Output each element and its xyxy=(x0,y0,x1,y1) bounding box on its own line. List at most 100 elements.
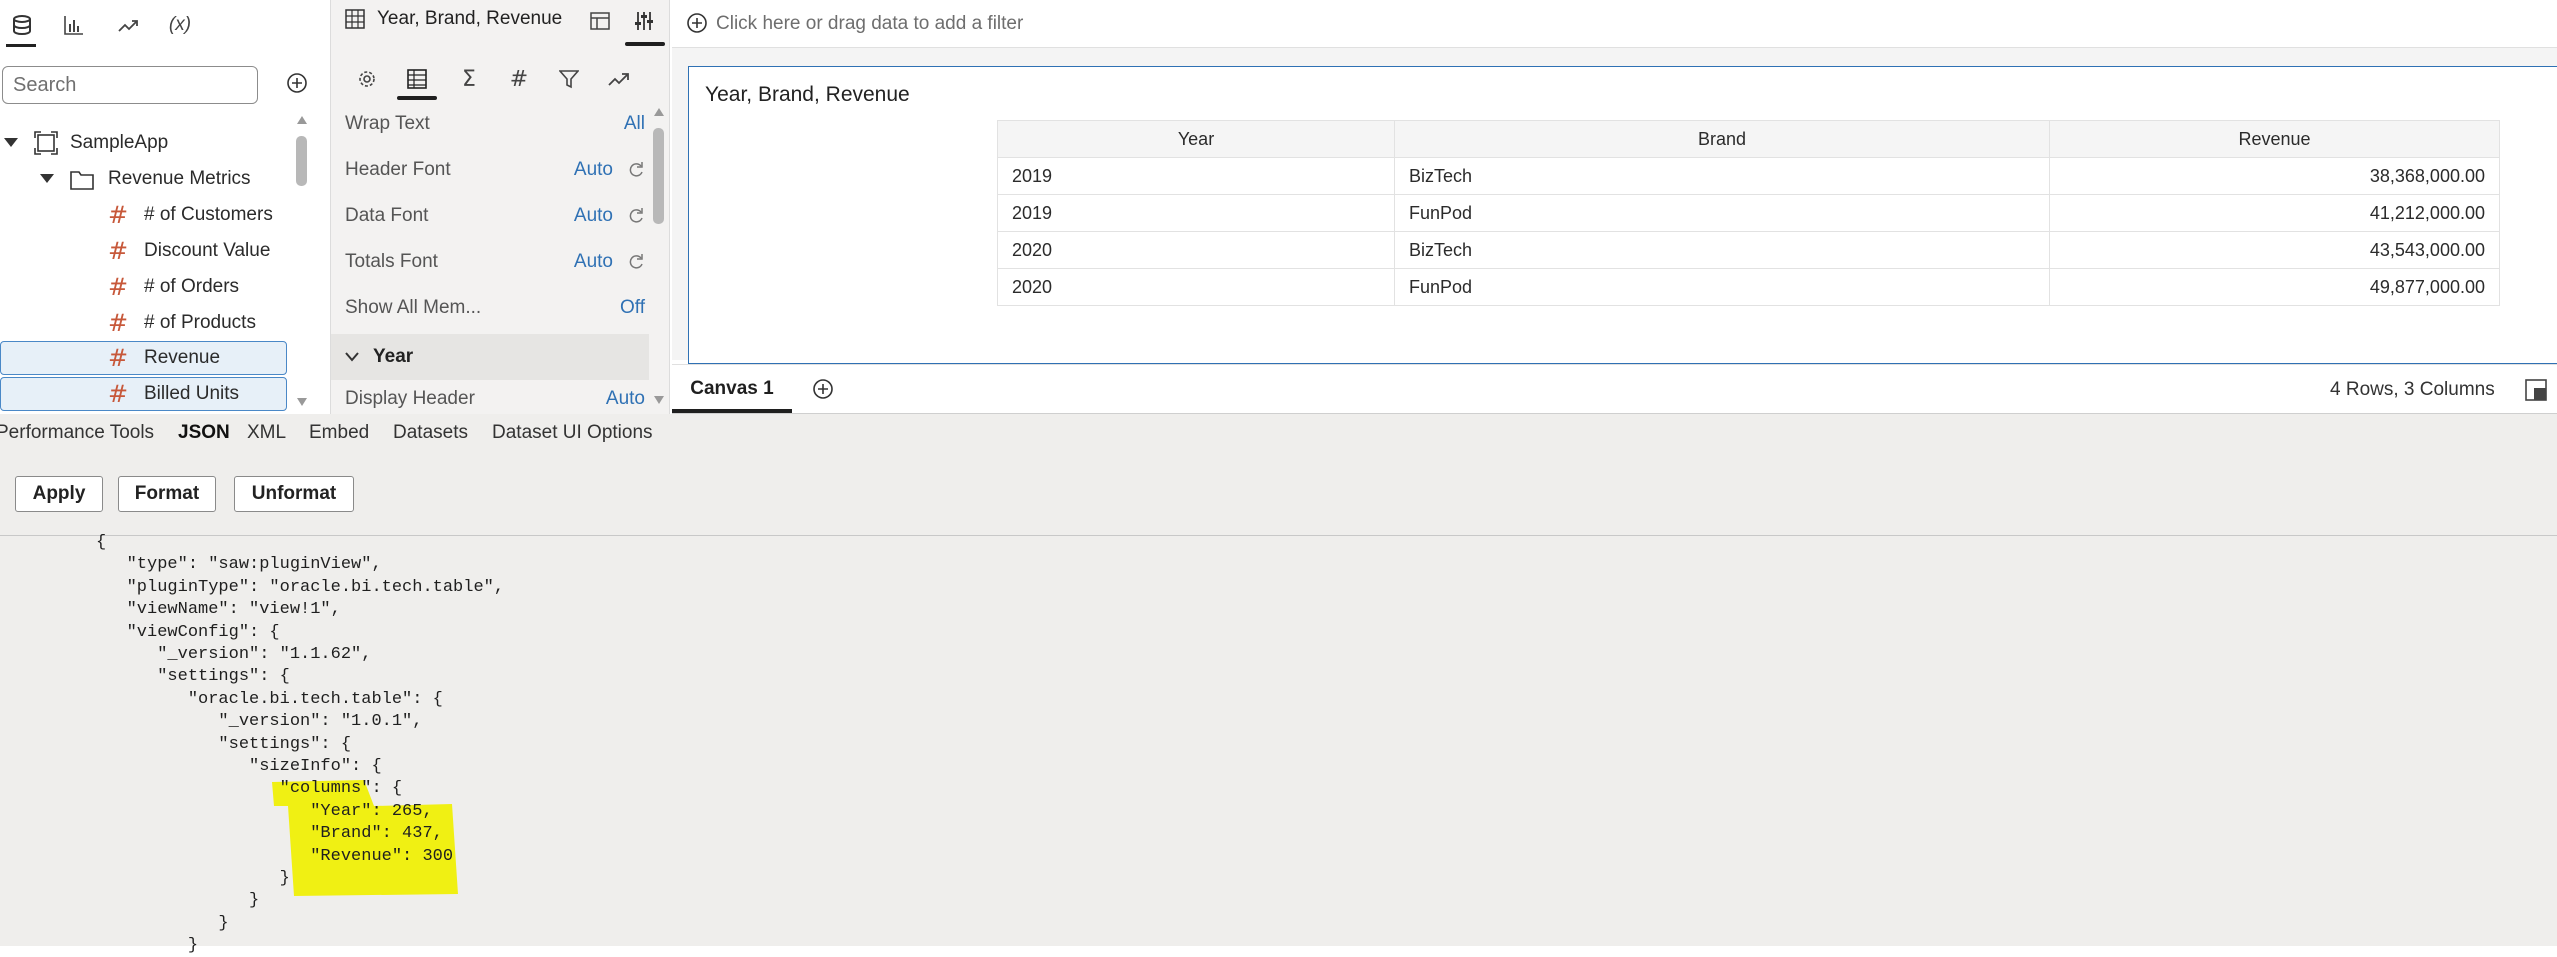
reset-icon[interactable] xyxy=(627,207,645,225)
cell-year[interactable]: 2020 xyxy=(997,268,1395,306)
unformat-button[interactable]: Unformat xyxy=(234,476,354,512)
tree-item-products[interactable]: # # of Products xyxy=(108,306,256,340)
add-filter-icon[interactable] xyxy=(686,12,708,34)
filter-bar[interactable]: Click here or drag data to add a filter xyxy=(672,0,2557,48)
filter-icon[interactable] xyxy=(545,62,593,96)
canvas-settings-icon[interactable] xyxy=(2525,379,2547,401)
code-line: "_version": "1.1.62", xyxy=(96,645,372,664)
prop-label: Totals Font xyxy=(345,251,438,272)
tree-folder-revenue-metrics[interactable]: Revenue Metrics xyxy=(40,162,251,196)
properties-scrollbar[interactable] xyxy=(653,108,665,410)
general-settings-icon[interactable] xyxy=(343,62,391,96)
column-header-year[interactable]: Year xyxy=(997,120,1395,158)
tab-xml[interactable]: XML xyxy=(247,422,286,444)
section-year[interactable]: Year xyxy=(331,334,649,380)
analytics-trend-icon[interactable] xyxy=(595,62,643,96)
code-line: "pluginType": "oracle.bi.tech.table", xyxy=(96,577,505,597)
reset-icon[interactable] xyxy=(627,253,645,271)
scrollbar-thumb[interactable] xyxy=(653,128,664,224)
properties-sliders-icon[interactable] xyxy=(633,10,655,32)
reset-icon[interactable] xyxy=(627,161,645,179)
code-line: "viewName": "view!1", xyxy=(96,600,341,620)
grammar-icon[interactable] xyxy=(589,10,611,32)
tree-root-sampleapp[interactable]: SampleApp xyxy=(4,126,168,160)
tree-item-revenue[interactable]: # Revenue xyxy=(0,341,287,375)
cell-brand[interactable]: BizTech xyxy=(1394,231,2050,269)
code-line: } xyxy=(96,869,290,888)
tab-datasets[interactable]: Datasets xyxy=(393,422,468,444)
tree-item-billed-units[interactable]: # Billed Units xyxy=(0,377,287,411)
prop-value[interactable]: Auto xyxy=(574,159,613,181)
tree-item-label: # of Orders xyxy=(144,276,240,297)
chevron-down-icon[interactable] xyxy=(345,352,359,362)
tree-item-discount-value[interactable]: # Discount Value xyxy=(108,234,270,268)
tab-dataset-ui-options[interactable]: Dataset UI Options xyxy=(492,422,653,444)
viz-title: Year, Brand, Revenue xyxy=(705,83,910,106)
scroll-up-icon[interactable] xyxy=(297,116,307,124)
filter-placeholder[interactable]: Click here or drag data to add a filter xyxy=(716,13,1023,35)
properties-panel: Year, Brand, Revenue Σ # Wrap Text All H… xyxy=(330,0,670,414)
bar-chart-icon[interactable] xyxy=(54,8,94,42)
prop-wrap-text[interactable]: Wrap Text All xyxy=(345,102,645,146)
prop-value[interactable]: Auto xyxy=(574,205,613,227)
tab-performance-tools[interactable]: Performance Tools xyxy=(0,422,154,444)
tab-json[interactable]: JSON xyxy=(178,422,230,444)
cell-revenue[interactable]: 41,212,000.00 xyxy=(2049,194,2500,232)
tree-item-orders[interactable]: # # of Orders xyxy=(108,270,239,304)
scroll-down-icon[interactable] xyxy=(654,396,664,404)
cell-revenue[interactable]: 38,368,000.00 xyxy=(2049,157,2500,195)
cell-year[interactable]: 2020 xyxy=(997,231,1395,269)
add-data-icon[interactable] xyxy=(286,72,308,94)
table-visualization[interactable]: Year, Brand, Revenue Year Brand Revenue … xyxy=(688,66,2557,364)
prop-value[interactable]: Off xyxy=(620,297,645,319)
database-icon[interactable] xyxy=(2,8,42,42)
tree-item-label: Discount Value xyxy=(144,240,271,261)
tree-item-label: Billed Units xyxy=(144,383,240,404)
column-header-brand[interactable]: Brand xyxy=(1394,120,2050,158)
table-row[interactable]: 2019 FunPod 41,212,000.00 xyxy=(997,194,2500,232)
caret-down-icon[interactable] xyxy=(40,174,54,184)
cell-year[interactable]: 2019 xyxy=(997,194,1395,232)
apply-button[interactable]: Apply xyxy=(15,476,103,512)
code-line: "Brand": 437, xyxy=(96,824,443,844)
json-editor[interactable]: { "type": "saw:pluginView", "pluginType"… xyxy=(0,533,2557,955)
scrollbar-thumb[interactable] xyxy=(296,136,307,186)
caret-down-icon[interactable] xyxy=(4,138,18,148)
format-button[interactable]: Format xyxy=(118,476,216,512)
cell-brand[interactable]: FunPod xyxy=(1394,194,2050,232)
scroll-down-icon[interactable] xyxy=(297,398,307,406)
table-row[interactable]: 2020 BizTech 43,543,000.00 xyxy=(997,231,2500,269)
tree-item-label: # of Products xyxy=(144,312,256,333)
scroll-up-icon[interactable] xyxy=(654,108,664,116)
prop-display-header[interactable]: Display Header Auto xyxy=(345,384,645,414)
tree-scrollbar[interactable] xyxy=(296,116,308,410)
prop-value[interactable]: Auto xyxy=(606,388,645,410)
prop-value[interactable]: All xyxy=(624,113,645,135)
cell-year[interactable]: 2019 xyxy=(997,157,1395,195)
sigma-icon[interactable]: Σ xyxy=(445,62,493,96)
table-row[interactable]: 2019 BizTech 38,368,000.00 xyxy=(997,157,2500,195)
number-format-icon[interactable]: # xyxy=(495,62,543,96)
trend-icon[interactable] xyxy=(108,8,148,42)
search-input[interactable] xyxy=(2,66,258,104)
prop-value[interactable]: Auto xyxy=(574,251,613,273)
tab-canvas-1[interactable]: Canvas 1 xyxy=(672,365,792,413)
cell-revenue[interactable]: 43,543,000.00 xyxy=(2049,231,2500,269)
prop-show-all-members[interactable]: Show All Mem... Off xyxy=(345,286,645,330)
cell-revenue[interactable]: 49,877,000.00 xyxy=(2049,268,2500,306)
table-row[interactable]: 2020 FunPod 49,877,000.00 xyxy=(997,268,2500,306)
section-label: Year xyxy=(373,346,414,367)
tab-embed[interactable]: Embed xyxy=(309,422,369,444)
code-line: "type": "saw:pluginView", xyxy=(96,555,382,575)
calculations-tab[interactable]: (x) xyxy=(160,8,200,42)
prop-header-font[interactable]: Header Font Auto xyxy=(345,148,645,192)
column-header-revenue[interactable]: Revenue xyxy=(2049,120,2500,158)
properties-title: Year, Brand, Revenue xyxy=(377,8,563,29)
add-canvas-icon[interactable] xyxy=(812,378,834,400)
cell-brand[interactable]: FunPod xyxy=(1394,268,2050,306)
prop-totals-font[interactable]: Totals Font Auto xyxy=(345,240,645,284)
table-properties-icon[interactable] xyxy=(393,62,441,96)
cell-brand[interactable]: BizTech xyxy=(1394,157,2050,195)
tree-item-customers[interactable]: # # of Customers xyxy=(108,198,273,232)
prop-data-font[interactable]: Data Font Auto xyxy=(345,194,645,238)
